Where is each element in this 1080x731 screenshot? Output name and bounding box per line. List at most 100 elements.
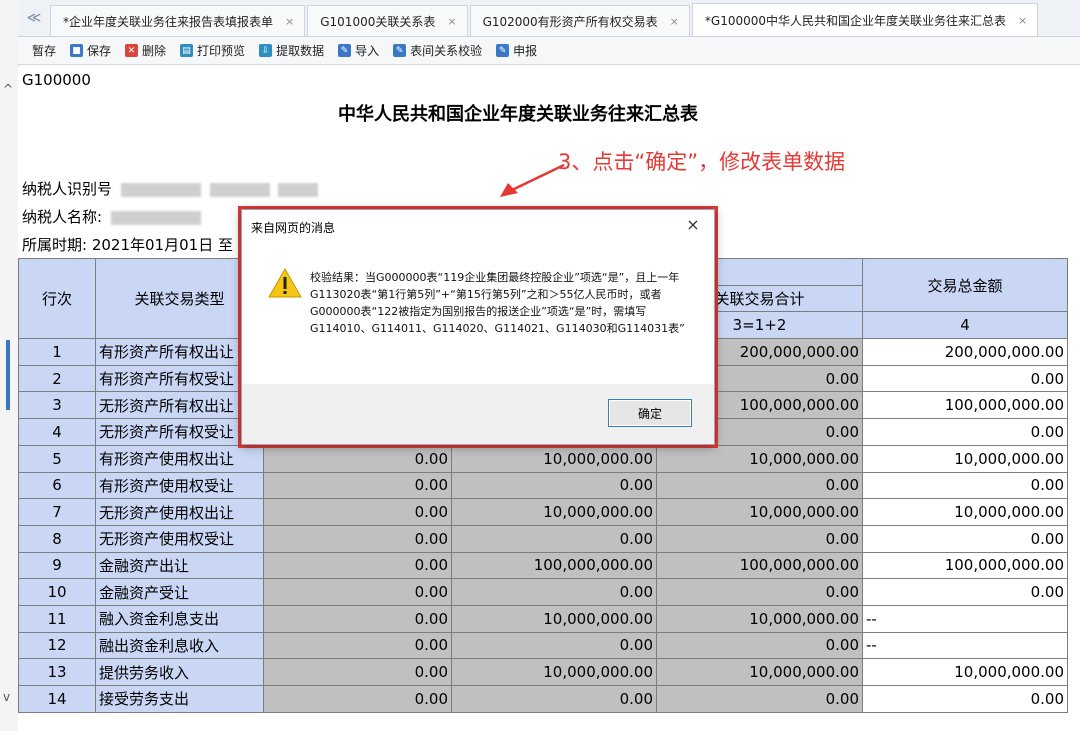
col2-value[interactable]: 0.00: [451, 578, 657, 606]
close-icon[interactable]: ×: [670, 15, 679, 28]
col2-value[interactable]: 0.00: [451, 524, 657, 553]
total-value[interactable]: 0.00: [656, 471, 863, 500]
transaction-type: 有形资产使用权出让: [95, 444, 264, 473]
redacted-value: [110, 210, 201, 225]
amount-value[interactable]: 0.00: [862, 364, 1068, 393]
period-label: 所属时期:: [22, 236, 88, 254]
amount-value[interactable]: 0.00: [862, 418, 1068, 446]
col1-value[interactable]: 0.00: [263, 685, 452, 713]
import-button[interactable]: ✎ 导入: [338, 42, 379, 59]
instruction-annotation: 3、点击“确定”，修改表单数据: [558, 150, 846, 174]
print-preview-label: 打印预览: [197, 44, 246, 58]
col1-value[interactable]: 0.00: [263, 604, 452, 633]
table-row: 11 融入资金利息支出 0.00 10,000,000.00 10,000,000.00…: [18, 604, 1068, 633]
tab-label: G101000关联关系表: [320, 14, 436, 29]
transaction-type: 有形资产使用权受让: [95, 471, 264, 500]
amount-value[interactable]: --: [862, 604, 1068, 633]
row-number: 2: [18, 364, 96, 393]
delete-button[interactable]: ✕ 删除: [125, 42, 166, 59]
col2-value[interactable]: 0.00: [451, 685, 657, 713]
col2-value[interactable]: 0.00: [451, 631, 657, 660]
close-icon[interactable]: ×: [447, 15, 456, 28]
total-value[interactable]: 100,000,000.00: [656, 551, 863, 580]
col1-value[interactable]: 0.00: [263, 551, 452, 580]
toolbar: 暂存 ■ 保存 ✕ 删除 ▤ 打印预览 ⇩ 提取数据 ✎ 导入 ✎ 表间关系校验…: [18, 37, 1080, 65]
transaction-type: 提供劳务收入: [95, 658, 264, 686]
amount-value[interactable]: 0.00: [862, 685, 1068, 713]
total-value[interactable]: 0.00: [656, 578, 863, 606]
annotation-arrow-icon: [500, 163, 565, 197]
close-icon[interactable]: ×: [285, 15, 294, 28]
tab-report-form[interactable]: *企业年度关联业务往来报告表填报表单 ×: [50, 5, 306, 36]
taxpayer-name-label: 纳税人名称:: [22, 208, 103, 226]
tab-g102000[interactable]: G102000有形资产所有权交易表 ×: [469, 5, 690, 36]
col1-value[interactable]: 0.00: [263, 444, 452, 473]
redacted-value: [120, 182, 201, 197]
col1-value[interactable]: 0.00: [263, 658, 452, 686]
col1-value[interactable]: 0.00: [263, 498, 452, 526]
save-draft-button[interactable]: 暂存: [32, 42, 56, 59]
amount-value[interactable]: 10,000,000.00: [862, 444, 1068, 473]
chevron-up-icon[interactable]: ^: [3, 82, 13, 96]
close-icon[interactable]: ×: [1018, 14, 1027, 27]
total-value[interactable]: 10,000,000.00: [656, 604, 863, 633]
cross-check-button[interactable]: ✎ 表间关系校验: [393, 42, 482, 59]
redacted-value: [209, 182, 270, 197]
row-number: 12: [18, 631, 96, 660]
close-icon[interactable]: ×: [682, 215, 704, 234]
row-number: 1: [18, 338, 96, 366]
print-preview-button[interactable]: ▤ 打印预览: [180, 42, 245, 59]
submit-button[interactable]: ✎ 申报: [496, 42, 537, 59]
amount-value[interactable]: 0.00: [862, 524, 1068, 553]
header-amount: 交易总金额: [862, 257, 1068, 313]
left-panel-strip: ^ v: [0, 0, 19, 731]
col2-value[interactable]: 10,000,000.00: [451, 444, 657, 473]
total-value[interactable]: 0.00: [656, 524, 863, 553]
ok-button[interactable]: 确定: [608, 399, 692, 427]
col1-value[interactable]: 0.00: [263, 578, 452, 606]
panel-resize-handle[interactable]: [6, 340, 10, 410]
col2-value[interactable]: 10,000,000.00: [451, 604, 657, 633]
amount-value[interactable]: --: [862, 631, 1068, 660]
row-number: 3: [18, 391, 96, 420]
fetch-data-button[interactable]: ⇩ 提取数据: [259, 42, 324, 59]
total-value[interactable]: 0.00: [656, 631, 863, 660]
collapse-tabs-button[interactable]: ≪: [18, 0, 50, 36]
save-draft-label: 暂存: [32, 44, 57, 58]
tab-g101000[interactable]: G101000关联关系表 ×: [307, 5, 468, 36]
amount-value[interactable]: 200,000,000.00: [862, 338, 1068, 366]
tab-g100000[interactable]: *G100000中华人民共和国企业年度关联业务往来汇总表 ×: [691, 3, 1039, 36]
row-number: 9: [18, 551, 96, 580]
amount-value[interactable]: 100,000,000.00: [862, 551, 1068, 580]
amount-value[interactable]: 0.00: [862, 578, 1068, 606]
table-row: 5 有形资产使用权出让 0.00 10,000,000.00 10,000,000.00…: [18, 444, 1068, 473]
total-value[interactable]: 10,000,000.00: [656, 658, 863, 686]
dialog-title: 来自网页的消息: [251, 221, 336, 235]
col1-value[interactable]: 0.00: [263, 471, 452, 500]
amount-value[interactable]: 10,000,000.00: [862, 658, 1068, 686]
period-value: 2021年01月01日 至: [91, 236, 233, 254]
taxpayer-id-label: 纳税人识别号: [22, 180, 113, 198]
amount-value[interactable]: 10,000,000.00: [862, 498, 1068, 526]
edit-icon: ✎: [496, 44, 510, 57]
total-value[interactable]: 10,000,000.00: [656, 498, 863, 526]
col1-value[interactable]: 0.00: [263, 631, 452, 660]
table-row: 10 金融资产受让 0.00 0.00 0.00 0.00: [18, 578, 1068, 606]
transaction-type: 接受劳务支出: [95, 685, 264, 713]
transaction-type: 融入资金利息支出: [95, 604, 264, 633]
amount-value[interactable]: 100,000,000.00: [862, 391, 1068, 420]
col2-value[interactable]: 10,000,000.00: [451, 658, 657, 686]
table-row: 9 金融资产出让 0.00 100,000,000.00 100,000,000.00 1…: [18, 551, 1068, 580]
total-value[interactable]: 0.00: [656, 685, 863, 713]
col2-value[interactable]: 10,000,000.00: [451, 498, 657, 526]
amount-value[interactable]: 0.00: [862, 471, 1068, 500]
total-value[interactable]: 10,000,000.00: [656, 444, 863, 473]
dialog-titlebar[interactable]: 来自网页的消息 ×: [242, 210, 714, 244]
col2-value[interactable]: 100,000,000.00: [451, 551, 657, 580]
chevron-down-icon[interactable]: v: [3, 690, 10, 704]
table-row: 13 提供劳务收入 0.00 10,000,000.00 10,000,000.00 10…: [18, 658, 1068, 686]
col1-value[interactable]: 0.00: [263, 524, 452, 553]
col2-value[interactable]: 0.00: [451, 471, 657, 500]
save-button[interactable]: ■ 保存: [70, 42, 111, 59]
dialog-message: 校验结果：当G000000表“119企业集团最终控股企业”项选“是”，且上一年G…: [310, 271, 685, 335]
